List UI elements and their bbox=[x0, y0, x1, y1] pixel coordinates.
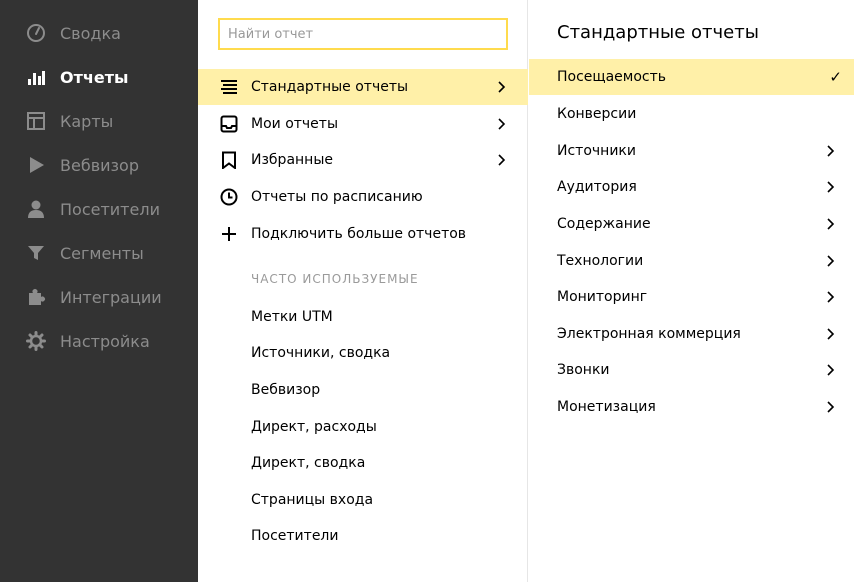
sidebar-item-label: Настройка bbox=[60, 331, 150, 351]
chevron-right-icon bbox=[827, 401, 835, 413]
menu-item-favorites[interactable]: Избранные bbox=[198, 142, 528, 178]
chevron-right-icon bbox=[827, 364, 835, 376]
frequent-section-title: ЧАСТО ИСПОЛЬЗУЕМЫЕ bbox=[251, 272, 419, 286]
menu-item-label: Избранные bbox=[251, 152, 333, 168]
sidebar-item-label: Посетители bbox=[60, 199, 160, 219]
report-item-label: Технологии bbox=[557, 253, 644, 269]
report-item-traffic[interactable]: Посещаемость ✓ bbox=[529, 59, 854, 95]
puzzle-icon bbox=[26, 287, 46, 307]
sidebar-item-label: Отчеты bbox=[60, 67, 129, 87]
chevron-right-icon bbox=[498, 81, 506, 93]
sidebar-item-label: Сегменты bbox=[60, 243, 144, 263]
report-item-label: Электронная коммерция bbox=[557, 326, 741, 342]
sidebar-item-integrations[interactable]: Интеграции bbox=[0, 275, 198, 319]
clock-icon bbox=[220, 188, 238, 206]
report-item-monitoring[interactable]: Мониторинг bbox=[529, 279, 854, 315]
sidebar-item-settings[interactable]: Настройка bbox=[0, 319, 198, 363]
menu-item-my-reports[interactable]: Мои отчеты bbox=[198, 106, 528, 142]
menu-item-label: Мои отчеты bbox=[251, 116, 339, 132]
gauge-icon bbox=[26, 23, 46, 43]
funnel-icon bbox=[26, 243, 46, 263]
menu-item-label: Отчеты по расписанию bbox=[251, 189, 423, 205]
frequent-item[interactable]: Директ, сводка bbox=[251, 455, 365, 471]
sidebar: Сводка Отчеты Карты Вебвизор Посетители … bbox=[0, 0, 198, 582]
chevron-right-icon bbox=[827, 255, 835, 267]
sidebar-item-webvisor[interactable]: Вебвизор bbox=[0, 143, 198, 187]
report-item-label: Аудитория bbox=[557, 179, 637, 195]
report-item-monetization[interactable]: Монетизация bbox=[529, 389, 854, 425]
menu-item-label: Стандартные отчеты bbox=[251, 79, 409, 95]
frequent-item[interactable]: Источники, сводка bbox=[251, 345, 390, 361]
chevron-right-icon bbox=[827, 328, 835, 340]
chevron-right-icon bbox=[827, 145, 835, 157]
report-item-ecommerce[interactable]: Электронная коммерция bbox=[529, 316, 854, 352]
play-icon bbox=[26, 155, 46, 175]
sidebar-item-label: Сводка bbox=[60, 23, 121, 43]
report-item-conversions[interactable]: Конверсии bbox=[529, 96, 854, 132]
bar-chart-icon bbox=[26, 67, 46, 87]
search-input[interactable] bbox=[218, 18, 508, 50]
menu-item-standard-reports[interactable]: Стандартные отчеты bbox=[198, 69, 528, 105]
report-item-calls[interactable]: Звонки bbox=[529, 352, 854, 388]
menu-item-scheduled-reports[interactable]: Отчеты по расписанию bbox=[198, 179, 528, 215]
chevron-right-icon bbox=[498, 154, 506, 166]
plus-icon bbox=[220, 225, 238, 243]
layout-map-icon bbox=[26, 111, 46, 131]
frequent-item[interactable]: Посетители bbox=[251, 528, 338, 544]
sidebar-item-label: Вебвизор bbox=[60, 155, 139, 175]
chevron-right-icon bbox=[498, 118, 506, 130]
report-item-label: Мониторинг bbox=[557, 289, 648, 305]
report-item-label: Монетизация bbox=[557, 399, 656, 415]
chevron-right-icon bbox=[827, 181, 835, 193]
reports-menu-panel: Стандартные отчеты Мои отчеты Избранные … bbox=[198, 0, 528, 582]
chevron-right-icon bbox=[827, 291, 835, 303]
report-item-technologies[interactable]: Технологии bbox=[529, 243, 854, 279]
standard-reports-panel: Стандартные отчеты Посещаемость ✓ Конвер… bbox=[529, 0, 854, 582]
person-icon bbox=[26, 199, 46, 219]
chevron-right-icon bbox=[827, 218, 835, 230]
report-item-label: Звонки bbox=[557, 362, 610, 378]
bookmark-icon bbox=[220, 151, 238, 169]
frequent-item[interactable]: Директ, расходы bbox=[251, 419, 377, 435]
inbox-icon bbox=[220, 115, 238, 133]
checkmark-icon: ✓ bbox=[829, 68, 842, 86]
sidebar-item-summary[interactable]: Сводка bbox=[0, 11, 198, 55]
frequent-item[interactable]: Метки UTM bbox=[251, 309, 333, 325]
sidebar-item-reports[interactable]: Отчеты bbox=[0, 55, 198, 99]
panel-title: Стандартные отчеты bbox=[557, 22, 759, 43]
report-item-sources[interactable]: Источники bbox=[529, 133, 854, 169]
frequent-item[interactable]: Страницы входа bbox=[251, 492, 373, 508]
report-item-label: Конверсии bbox=[557, 106, 637, 122]
list-lines-icon bbox=[220, 78, 238, 96]
menu-item-label: Подключить больше отчетов bbox=[251, 226, 467, 242]
gear-icon bbox=[26, 331, 46, 351]
sidebar-item-label: Карты bbox=[60, 111, 114, 131]
sidebar-item-maps[interactable]: Карты bbox=[0, 99, 198, 143]
report-item-label: Содержание bbox=[557, 216, 651, 232]
sidebar-item-label: Интеграции bbox=[60, 287, 162, 307]
report-item-label: Посещаемость bbox=[557, 69, 667, 85]
report-item-label: Источники bbox=[557, 143, 636, 159]
sidebar-item-segments[interactable]: Сегменты bbox=[0, 231, 198, 275]
sidebar-item-visitors[interactable]: Посетители bbox=[0, 187, 198, 231]
frequent-item[interactable]: Вебвизор bbox=[251, 382, 320, 398]
menu-item-connect-more[interactable]: Подключить больше отчетов bbox=[198, 216, 528, 252]
report-item-audience[interactable]: Аудитория bbox=[529, 169, 854, 205]
report-item-content[interactable]: Содержание bbox=[529, 206, 854, 242]
